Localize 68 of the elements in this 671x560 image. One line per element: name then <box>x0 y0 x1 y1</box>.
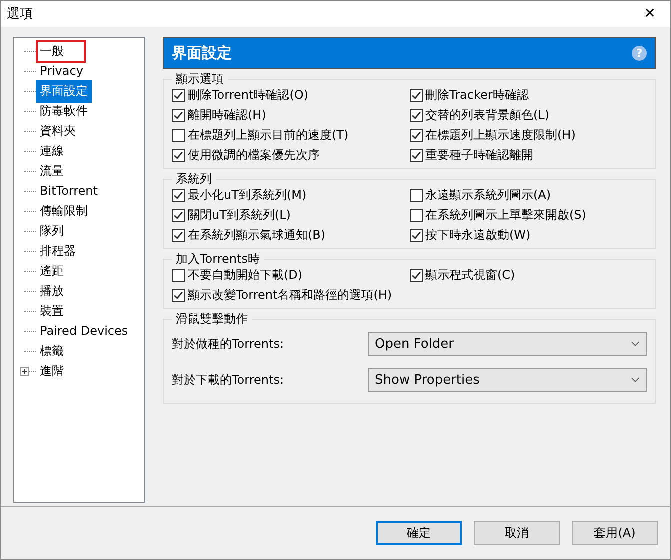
checkbox[interactable] <box>172 129 185 142</box>
tree-item[interactable]: 連線 <box>36 140 68 162</box>
chevron-down-icon[interactable] <box>631 341 640 347</box>
checkbox[interactable] <box>410 229 422 242</box>
dialog-button[interactable]: 套用(A) <box>572 521 658 545</box>
checkbox-label: 關閉uT到系統列(L) <box>188 207 291 224</box>
checkbox[interactable] <box>410 209 422 222</box>
checkbox-label: 刪除Torrent時確認(O) <box>188 87 309 104</box>
tree-item[interactable]: 進階 <box>36 360 68 382</box>
checkbox[interactable] <box>172 209 185 222</box>
tree-item[interactable]: 防毒軟件 <box>36 100 92 122</box>
checkbox-label: 按下時永遠啟動(W) <box>426 227 531 244</box>
checkbox-label: 離開時確認(H) <box>188 107 266 124</box>
dropdown-label: 對於做種的Torrents: <box>172 336 286 352</box>
checkbox[interactable] <box>410 129 422 142</box>
checkbox-label: 不要自動開始下載(D) <box>188 267 303 284</box>
checkbox[interactable] <box>410 189 422 202</box>
group-title: 顯示選項 <box>175 71 225 88</box>
group-title: 滑鼠雙擊動作 <box>175 311 249 328</box>
checkbox[interactable] <box>410 269 422 282</box>
tree-item[interactable]: 資料夾 <box>36 120 80 142</box>
checkbox-label: 使用微調的檔案優先次序 <box>188 147 320 164</box>
checkbox[interactable] <box>172 149 185 162</box>
checkbox[interactable] <box>172 229 185 242</box>
dropdown-label: 對於下載的Torrents: <box>172 372 286 388</box>
checkbox-label: 在標題列上顯示速度限制(H) <box>426 127 576 144</box>
checkbox-label: 刪除Tracker時確認 <box>426 87 529 104</box>
close-button[interactable]: ✕ <box>630 1 670 27</box>
group-title: 加入Torrents時 <box>175 251 261 268</box>
checkbox[interactable] <box>172 269 185 282</box>
dialog-button[interactable]: 確定 <box>376 521 462 545</box>
checkbox-label: 交替的列表背景顏色(L) <box>426 107 550 124</box>
tree-item[interactable]: 一般 <box>36 40 86 62</box>
checkbox-label: 最小化uT到系統列(M) <box>188 187 307 204</box>
tree-item[interactable]: 標籤 <box>36 340 68 362</box>
group-title: 系統列 <box>175 171 213 188</box>
tree-item[interactable]: 播放 <box>36 280 68 302</box>
checkbox-label: 顯示程式視窗(C) <box>426 267 516 284</box>
tree-item[interactable]: 遙距 <box>36 260 68 282</box>
checkbox-label: 在系統列圖示上單擊來開啟(S) <box>426 207 586 224</box>
window-title: 選項 <box>7 6 33 23</box>
tree-item[interactable]: 界面設定 <box>36 80 92 102</box>
tree-item[interactable]: BitTorrent <box>36 181 102 201</box>
tree-item[interactable]: Paired Devices <box>36 321 132 341</box>
checkbox[interactable] <box>410 149 422 162</box>
checkbox[interactable] <box>172 189 185 202</box>
tree-item[interactable]: Privacy <box>36 61 88 81</box>
checkbox[interactable] <box>172 289 185 302</box>
expand-icon[interactable] <box>20 366 29 376</box>
chevron-down-icon[interactable] <box>631 377 640 383</box>
tree-item[interactable]: 排程器 <box>36 240 80 262</box>
checkbox-label: 重要種子時確認離開 <box>426 147 534 164</box>
tree-item[interactable]: 隊列 <box>36 220 68 242</box>
dialog-button[interactable]: 取消 <box>474 521 560 545</box>
checkbox[interactable] <box>172 109 185 122</box>
checkbox-label: 永遠顯示系統列圖示(A) <box>426 187 552 204</box>
tree-item[interactable]: 傳輸限制 <box>36 200 92 222</box>
checkbox[interactable] <box>410 109 422 122</box>
checkbox-label: 在標題列上顯示目前的速度(T) <box>188 127 349 144</box>
checkbox-label: 在系統列顯示氣球通知(B) <box>188 227 326 244</box>
tree-item[interactable]: 裝置 <box>36 300 68 322</box>
dropdown[interactable]: Show Properties <box>368 368 647 392</box>
checkbox[interactable] <box>410 89 422 102</box>
dropdown[interactable]: Open Folder <box>368 332 647 356</box>
checkbox[interactable] <box>172 89 185 102</box>
panel-title: 界面設定 <box>172 44 232 62</box>
checkbox-label: 顯示改變Torrent名稱和路徑的選項(H) <box>188 287 392 304</box>
tree-item[interactable]: 流量 <box>36 160 68 182</box>
